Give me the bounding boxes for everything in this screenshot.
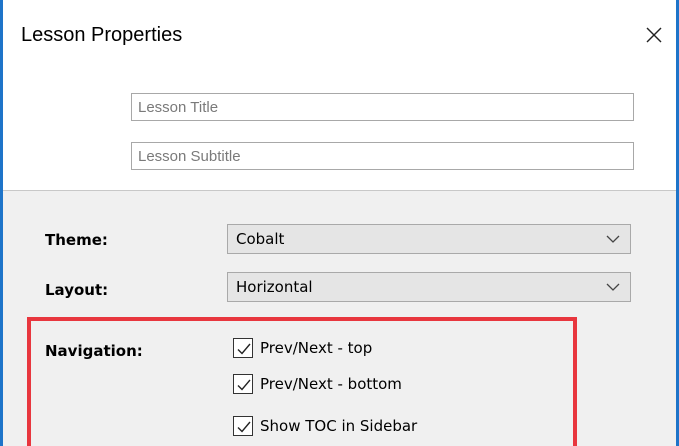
prev-next-bottom-label: Prev/Next - bottom: [260, 375, 402, 393]
dialog-title: Lesson Properties: [21, 24, 183, 46]
chevron-down-icon: [606, 235, 620, 243]
prev-next-bottom-checkbox[interactable]: [233, 374, 253, 394]
settings-section: Theme: Cobalt Layout: Horizontal Navigat…: [3, 191, 676, 446]
checkmark-icon: [237, 379, 251, 391]
theme-select[interactable]: Cobalt: [227, 224, 631, 254]
prev-next-top-label: Prev/Next - top: [260, 339, 373, 357]
close-icon: [646, 27, 662, 43]
layout-select-value: Horizontal: [236, 278, 313, 296]
checkmark-icon: [237, 343, 251, 355]
lesson-properties-dialog: Lesson Properties Theme: Cobalt Layout: …: [0, 0, 679, 446]
checkmark-icon: [237, 421, 251, 433]
layout-select[interactable]: Horizontal: [227, 272, 631, 302]
show-toc-label: Show TOC in Sidebar: [260, 417, 418, 435]
navigation-label: Navigation:: [45, 342, 143, 360]
dialog-titlebar: Lesson Properties: [3, 0, 676, 78]
chevron-down-icon: [606, 283, 620, 291]
show-toc-checkbox[interactable]: [233, 416, 253, 436]
theme-select-value: Cobalt: [236, 230, 285, 248]
layout-label: Layout:: [45, 281, 109, 299]
theme-label: Theme:: [45, 231, 108, 249]
prev-next-top-checkbox[interactable]: [233, 338, 253, 358]
lesson-title-input[interactable]: [131, 93, 634, 121]
close-button[interactable]: [639, 20, 669, 50]
lesson-subtitle-input[interactable]: [131, 142, 634, 170]
title-fields-section: [3, 78, 676, 190]
